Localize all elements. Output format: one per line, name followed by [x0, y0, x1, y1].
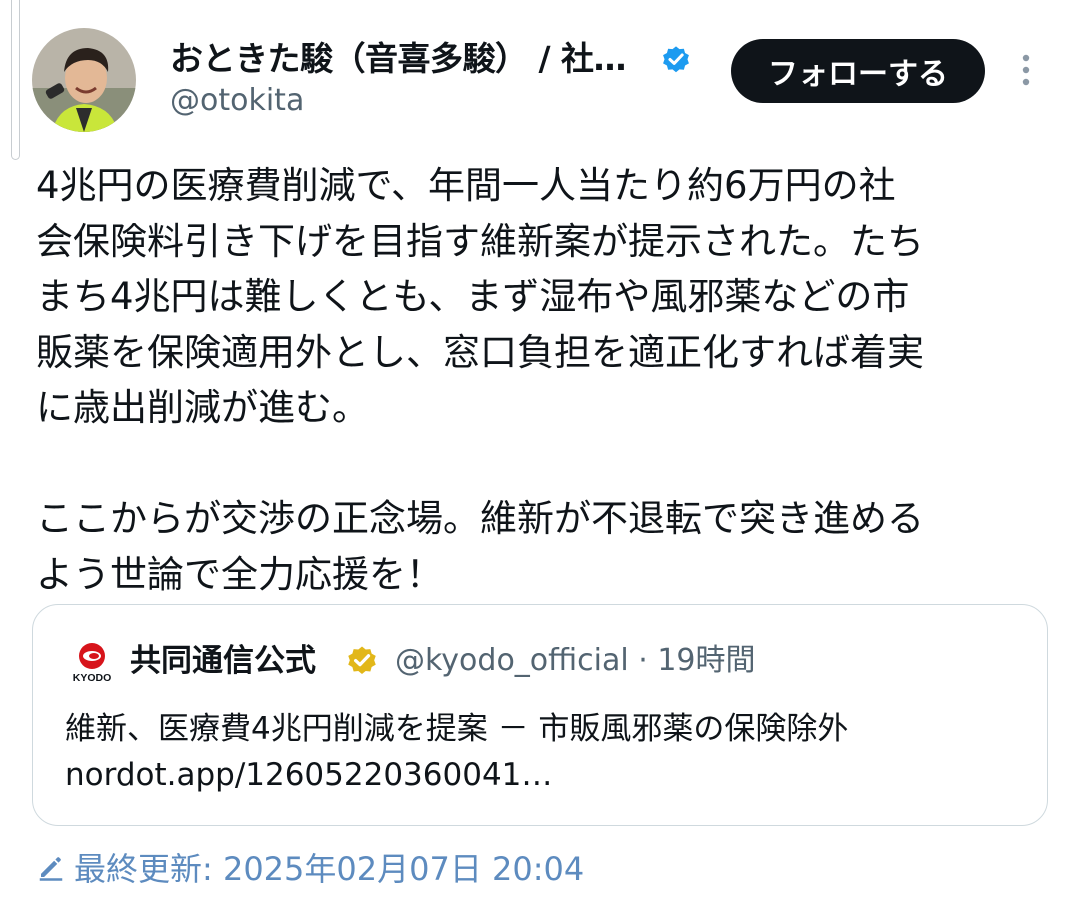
follow-button[interactable]: フォローする [731, 39, 985, 103]
tweet-line: ここからが交渉の正念場。維新が不退転で突き進める [36, 497, 924, 540]
pencil-icon [39, 857, 63, 881]
tweet-line: 会保険料引き下げを目指す維新案が提示された。たち [36, 219, 924, 263]
more-vertical-icon[interactable] [1013, 51, 1039, 89]
quote-text: 維新、医療費4兆円削減を提案 － 市販風邪薬の保険除外 [65, 711, 849, 747]
scrollbar[interactable] [11, 0, 20, 160]
author-handle[interactable]: @otokita [170, 82, 304, 120]
tweet-line: 4兆円の医療費削減で、年間一人当たり約6万円の社 [36, 164, 896, 207]
avatar[interactable] [32, 28, 136, 132]
tweet-line-break [36, 436, 1051, 492]
gold-verified-badge-icon [348, 646, 376, 675]
tweet-text: 4兆円の医療費削減で、年間一人当たり約6万円の社 会保険料引き下げを目指す維新案… [36, 158, 1051, 602]
kyodo-logo-icon: KYODO [73, 643, 112, 684]
quote-handle-time: @kyodo_official · 19時間 [395, 643, 756, 678]
verified-badge-icon [663, 46, 689, 73]
quote-tweet-card[interactable]: KYODO 共同通信公式 @kyodo_official · 19時間 維新、医… [32, 604, 1048, 826]
tweet-line: まち4兆円は難しくとも、まず湿布や風邪薬などの市 [36, 275, 910, 318]
avatar-photo [32, 28, 136, 132]
kyodo-logo-text: KYODO [73, 672, 112, 684]
tweet-line: に歳出削減が進む。 [36, 386, 369, 429]
author-display-name[interactable]: おときた駿（音喜多駿） / 社… [170, 38, 627, 80]
last-edited-indicator[interactable]: 最終更新: 2025年02月07日 20:04 [36, 845, 584, 889]
last-edited-label: 最終更新: 2025年02月07日 20:04 [74, 850, 585, 888]
tweet-line: 販薬を保険適用外とし、窓口負担を適正化すれば着実 [36, 330, 924, 374]
tweet-line: よう世論で全力応援を！ [36, 552, 443, 596]
quote-link[interactable]: nordot.app/12605220360041… [65, 755, 552, 795]
quote-author-name[interactable]: 共同通信公式 [130, 641, 316, 681]
